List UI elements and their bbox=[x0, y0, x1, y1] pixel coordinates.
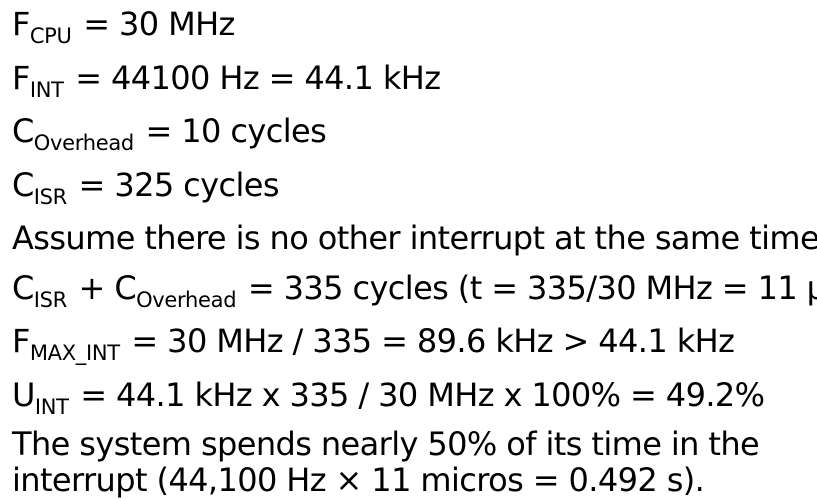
equation-value: = 30 MHz / 335 = 89.6 kHz > 44.1 kHz bbox=[121, 322, 735, 360]
symbol-subscript: ISR bbox=[33, 184, 68, 209]
equation-f-cpu: FCPU = 30 MHz bbox=[12, 0, 812, 54]
conclusion-line-2: interrupt (44,100 Hz × 11 micros = 0.492… bbox=[12, 461, 705, 499]
symbol-main: F bbox=[12, 58, 30, 97]
equation-c-overhead: COverhead = 10 cycles bbox=[12, 107, 812, 161]
equation-value: = 335 cycles (t = 335/30 MHz = 11 µs) bbox=[238, 268, 817, 307]
symbol-main: C bbox=[12, 112, 34, 150]
equation-value: = 44.1 kHz x 335 / 30 MHz x 100% = 49.2% bbox=[70, 375, 765, 414]
symbol-main: C bbox=[12, 268, 34, 307]
equation-value: = 30 MHz bbox=[73, 5, 235, 43]
document-body: FCPU = 30 MHz FINT = 44100 Hz = 44.1 kHz… bbox=[12, 0, 817, 499]
symbol-subscript: MAX_INT bbox=[29, 341, 120, 365]
symbol-main: F bbox=[12, 5, 30, 43]
equation-value: = 10 cycles bbox=[135, 112, 327, 150]
assumption-text: Assume there is no other interrupt at th… bbox=[12, 219, 817, 257]
symbol-subscript: Overhead bbox=[136, 287, 237, 312]
symbol-subscript: Overhead bbox=[33, 131, 134, 155]
equation-u-int: UINT = 44.1 kHz x 335 / 30 MHz x 100% = … bbox=[12, 371, 812, 425]
symbol-main: U bbox=[12, 375, 35, 414]
equation-value: = 44100 Hz = 44.1 kHz bbox=[65, 58, 441, 97]
equation-f-max-int: FMAX_INT = 30 MHz / 335 = 89.6 kHz > 44.… bbox=[12, 317, 812, 371]
equation-c-isr: CISR = 325 cycles bbox=[12, 161, 812, 215]
symbol-main: C bbox=[114, 268, 137, 307]
symbol-subscript: INT bbox=[34, 394, 69, 419]
symbol-main: F bbox=[12, 322, 30, 360]
conclusion-line-1: The system spends nearly 50% of its time… bbox=[12, 425, 760, 463]
symbol-subscript: CPU bbox=[29, 24, 72, 48]
equation-f-int: FINT = 44100 Hz = 44.1 kHz bbox=[12, 54, 812, 108]
symbol-subscript: INT bbox=[29, 77, 64, 102]
plus-operator: + bbox=[68, 268, 115, 307]
equation-value: = 325 cycles bbox=[68, 165, 280, 204]
symbol-subscript: ISR bbox=[33, 287, 68, 312]
symbol-main: C bbox=[12, 165, 34, 204]
equation-total-cycles: CISR + COverhead = 335 cycles (t = 335/3… bbox=[12, 264, 817, 318]
